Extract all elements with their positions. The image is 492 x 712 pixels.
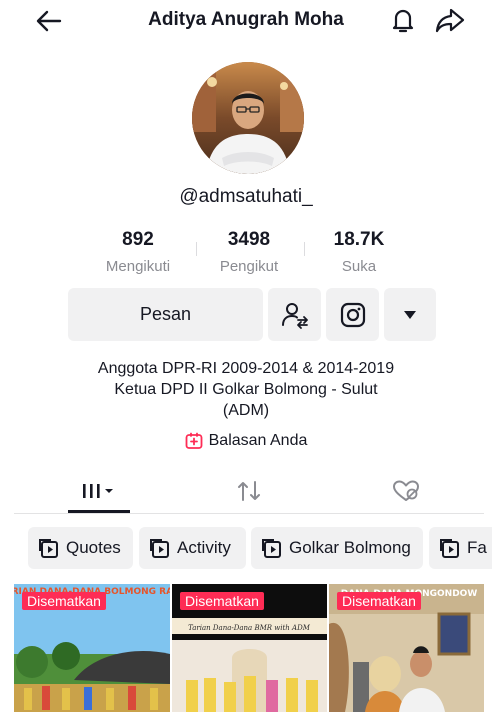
playlist-chip-golkar-bolmong[interactable]: Golkar Bolmong <box>251 527 423 569</box>
stat-likes-label: Suka <box>341 258 377 275</box>
tab-liked[interactable] <box>388 476 424 506</box>
instagram-icon <box>340 302 365 327</box>
playlist-icon <box>262 539 281 558</box>
playlist-chip-label: Golkar Bolmong <box>289 538 411 557</box>
stat-following-label: Mengikuti <box>105 258 171 275</box>
video-thumbnail[interactable]: DANA-DANA MONGONDOW Disematkan <box>329 584 484 712</box>
repost-icon <box>238 481 260 501</box>
follow-switch-button[interactable] <box>268 288 321 341</box>
stat-following[interactable]: 892 Mengikuti <box>100 228 176 276</box>
stat-likes[interactable]: 18.7K Suka <box>322 228 396 276</box>
caret-down-icon <box>404 310 416 319</box>
avatar-photo <box>192 62 304 174</box>
bio-line: Anggota DPR-RI 2009-2014 & 2014-2019 <box>97 360 395 377</box>
playlist-chip-label: Fa <box>467 538 487 557</box>
playlist-chip-label: Activity <box>177 538 231 557</box>
stat-followers-value: 3498 <box>227 229 271 250</box>
stat-followers[interactable]: 3498 Pengikut <box>212 228 286 276</box>
grid-bars-icon <box>83 484 113 498</box>
message-button-label: Pesan <box>139 304 192 324</box>
stat-followers-label: Pengikut <box>219 258 279 275</box>
playlist-chip-partial[interactable]: Fa <box>429 527 492 569</box>
username: @admsatuhati_ <box>179 186 313 207</box>
bio-line: (ADM) <box>222 402 270 419</box>
video-thumbnail[interactable]: Tarian Dana-Dana BMR with ADM Disematkan <box>172 584 327 712</box>
playlist-icon <box>440 539 459 558</box>
pinned-badge: Disematkan <box>22 592 106 610</box>
active-tab-indicator <box>68 510 130 513</box>
share-arrow-icon[interactable] <box>434 5 466 35</box>
playlist-chips: Quotes Activity Golkar Bolmong Fa <box>28 527 492 569</box>
playlist-chip-quotes[interactable]: Quotes <box>28 527 133 569</box>
more-dropdown-button[interactable] <box>384 288 436 341</box>
stat-following-value: 892 <box>122 229 154 250</box>
content-tabs <box>14 470 484 514</box>
pinned-badge: Disematkan <box>337 592 421 610</box>
playlist-icon <box>150 539 169 558</box>
stat-likes-value: 18.7K <box>333 229 385 250</box>
avatar[interactable] <box>192 62 304 174</box>
video-overlay-text: Tarian Dana-Dana BMR with ADM <box>188 624 311 632</box>
video-grid: TARIAN DANA-DANA BOLMONG RAYA Disematkan… <box>14 584 484 712</box>
stat-divider <box>196 242 197 256</box>
page-title: Aditya Anugrah Moha <box>148 9 344 30</box>
playlist-icon <box>39 539 58 558</box>
playlist-chip-activity[interactable]: Activity <box>139 527 246 569</box>
message-button[interactable]: Pesan <box>68 288 263 341</box>
tab-reposts[interactable] <box>232 476 266 506</box>
stat-divider <box>304 242 305 256</box>
bio-line: Ketua DPD II Golkar Bolmong - Sulut <box>114 381 378 398</box>
instagram-button[interactable] <box>326 288 379 341</box>
playlist-chip-label: Quotes <box>66 538 121 557</box>
profile-bio: Anggota DPR-RI 2009-2014 & 2014-2019 Ket… <box>60 358 432 421</box>
bell-icon[interactable] <box>388 5 418 35</box>
user-switch-icon <box>281 302 308 329</box>
heart-hidden-icon <box>393 480 419 501</box>
pinned-badge: Disematkan <box>180 592 264 610</box>
add-reply-icon <box>185 432 203 449</box>
your-replies-link[interactable]: Balasan Anda <box>0 432 492 450</box>
top-bar: Aditya Anugrah Moha <box>0 0 492 44</box>
video-thumbnail[interactable]: TARIAN DANA-DANA BOLMONG RAYA Disematkan <box>14 584 170 712</box>
tab-videos[interactable] <box>76 476 120 506</box>
your-replies-label: Balasan Anda <box>208 432 308 449</box>
